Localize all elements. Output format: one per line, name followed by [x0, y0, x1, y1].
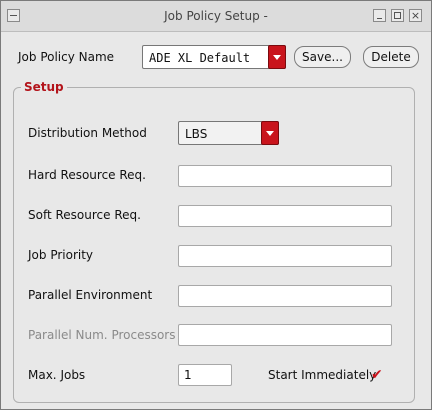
job-policy-name-value: ADE XL Default	[149, 51, 251, 65]
delete-button[interactable]: Delete	[363, 46, 419, 68]
soft-resource-label: Soft Resource Req.	[28, 208, 141, 222]
job-policy-name-label: Job Policy Name	[18, 50, 115, 64]
setup-group-title: Setup	[21, 80, 67, 94]
chevron-down-icon[interactable]	[261, 121, 279, 145]
job-priority-field[interactable]	[178, 245, 392, 267]
max-jobs-label: Max. Jobs	[28, 368, 86, 382]
max-jobs-field[interactable]	[178, 364, 232, 386]
parallel-environment-input[interactable]	[179, 286, 391, 306]
window-title: Job Policy Setup -	[164, 9, 268, 23]
hard-resource-input[interactable]	[179, 166, 391, 186]
close-icon[interactable]: ×	[409, 9, 422, 22]
parallel-num-processors-label: Parallel Num. Processors	[28, 328, 176, 342]
minimize-icon[interactable]	[373, 9, 386, 22]
hard-resource-field[interactable]	[178, 165, 392, 187]
title-bar[interactable]: Job Policy Setup - ×	[1, 1, 431, 32]
parallel-num-processors-input[interactable]	[179, 325, 391, 345]
start-immediately-checkbox[interactable]: ✔	[371, 368, 385, 382]
distribution-method-label: Distribution Method	[28, 126, 147, 140]
job-priority-input[interactable]	[179, 246, 391, 266]
job-priority-label: Job Priority	[28, 248, 94, 262]
job-policy-name-select[interactable]: ADE XL Default	[142, 45, 286, 69]
parallel-num-processors-field[interactable]	[178, 324, 392, 346]
maximize-icon[interactable]	[391, 9, 404, 22]
soft-resource-field[interactable]	[178, 205, 392, 227]
job-policy-setup-window: Job Policy Setup - × Job Policy Name ADE…	[0, 0, 432, 410]
max-jobs-input[interactable]	[179, 365, 231, 385]
distribution-method-value: LBS	[185, 127, 208, 141]
hard-resource-label: Hard Resource Req.	[28, 168, 146, 182]
save-button[interactable]: Save...	[294, 46, 351, 68]
start-immediately-label: Start Immediately	[268, 368, 377, 382]
parallel-environment-label: Parallel Environment	[28, 288, 153, 302]
distribution-method-select[interactable]: LBS	[178, 121, 279, 145]
parallel-environment-field[interactable]	[178, 285, 392, 307]
soft-resource-input[interactable]	[179, 206, 391, 226]
chevron-down-icon[interactable]	[268, 45, 286, 69]
